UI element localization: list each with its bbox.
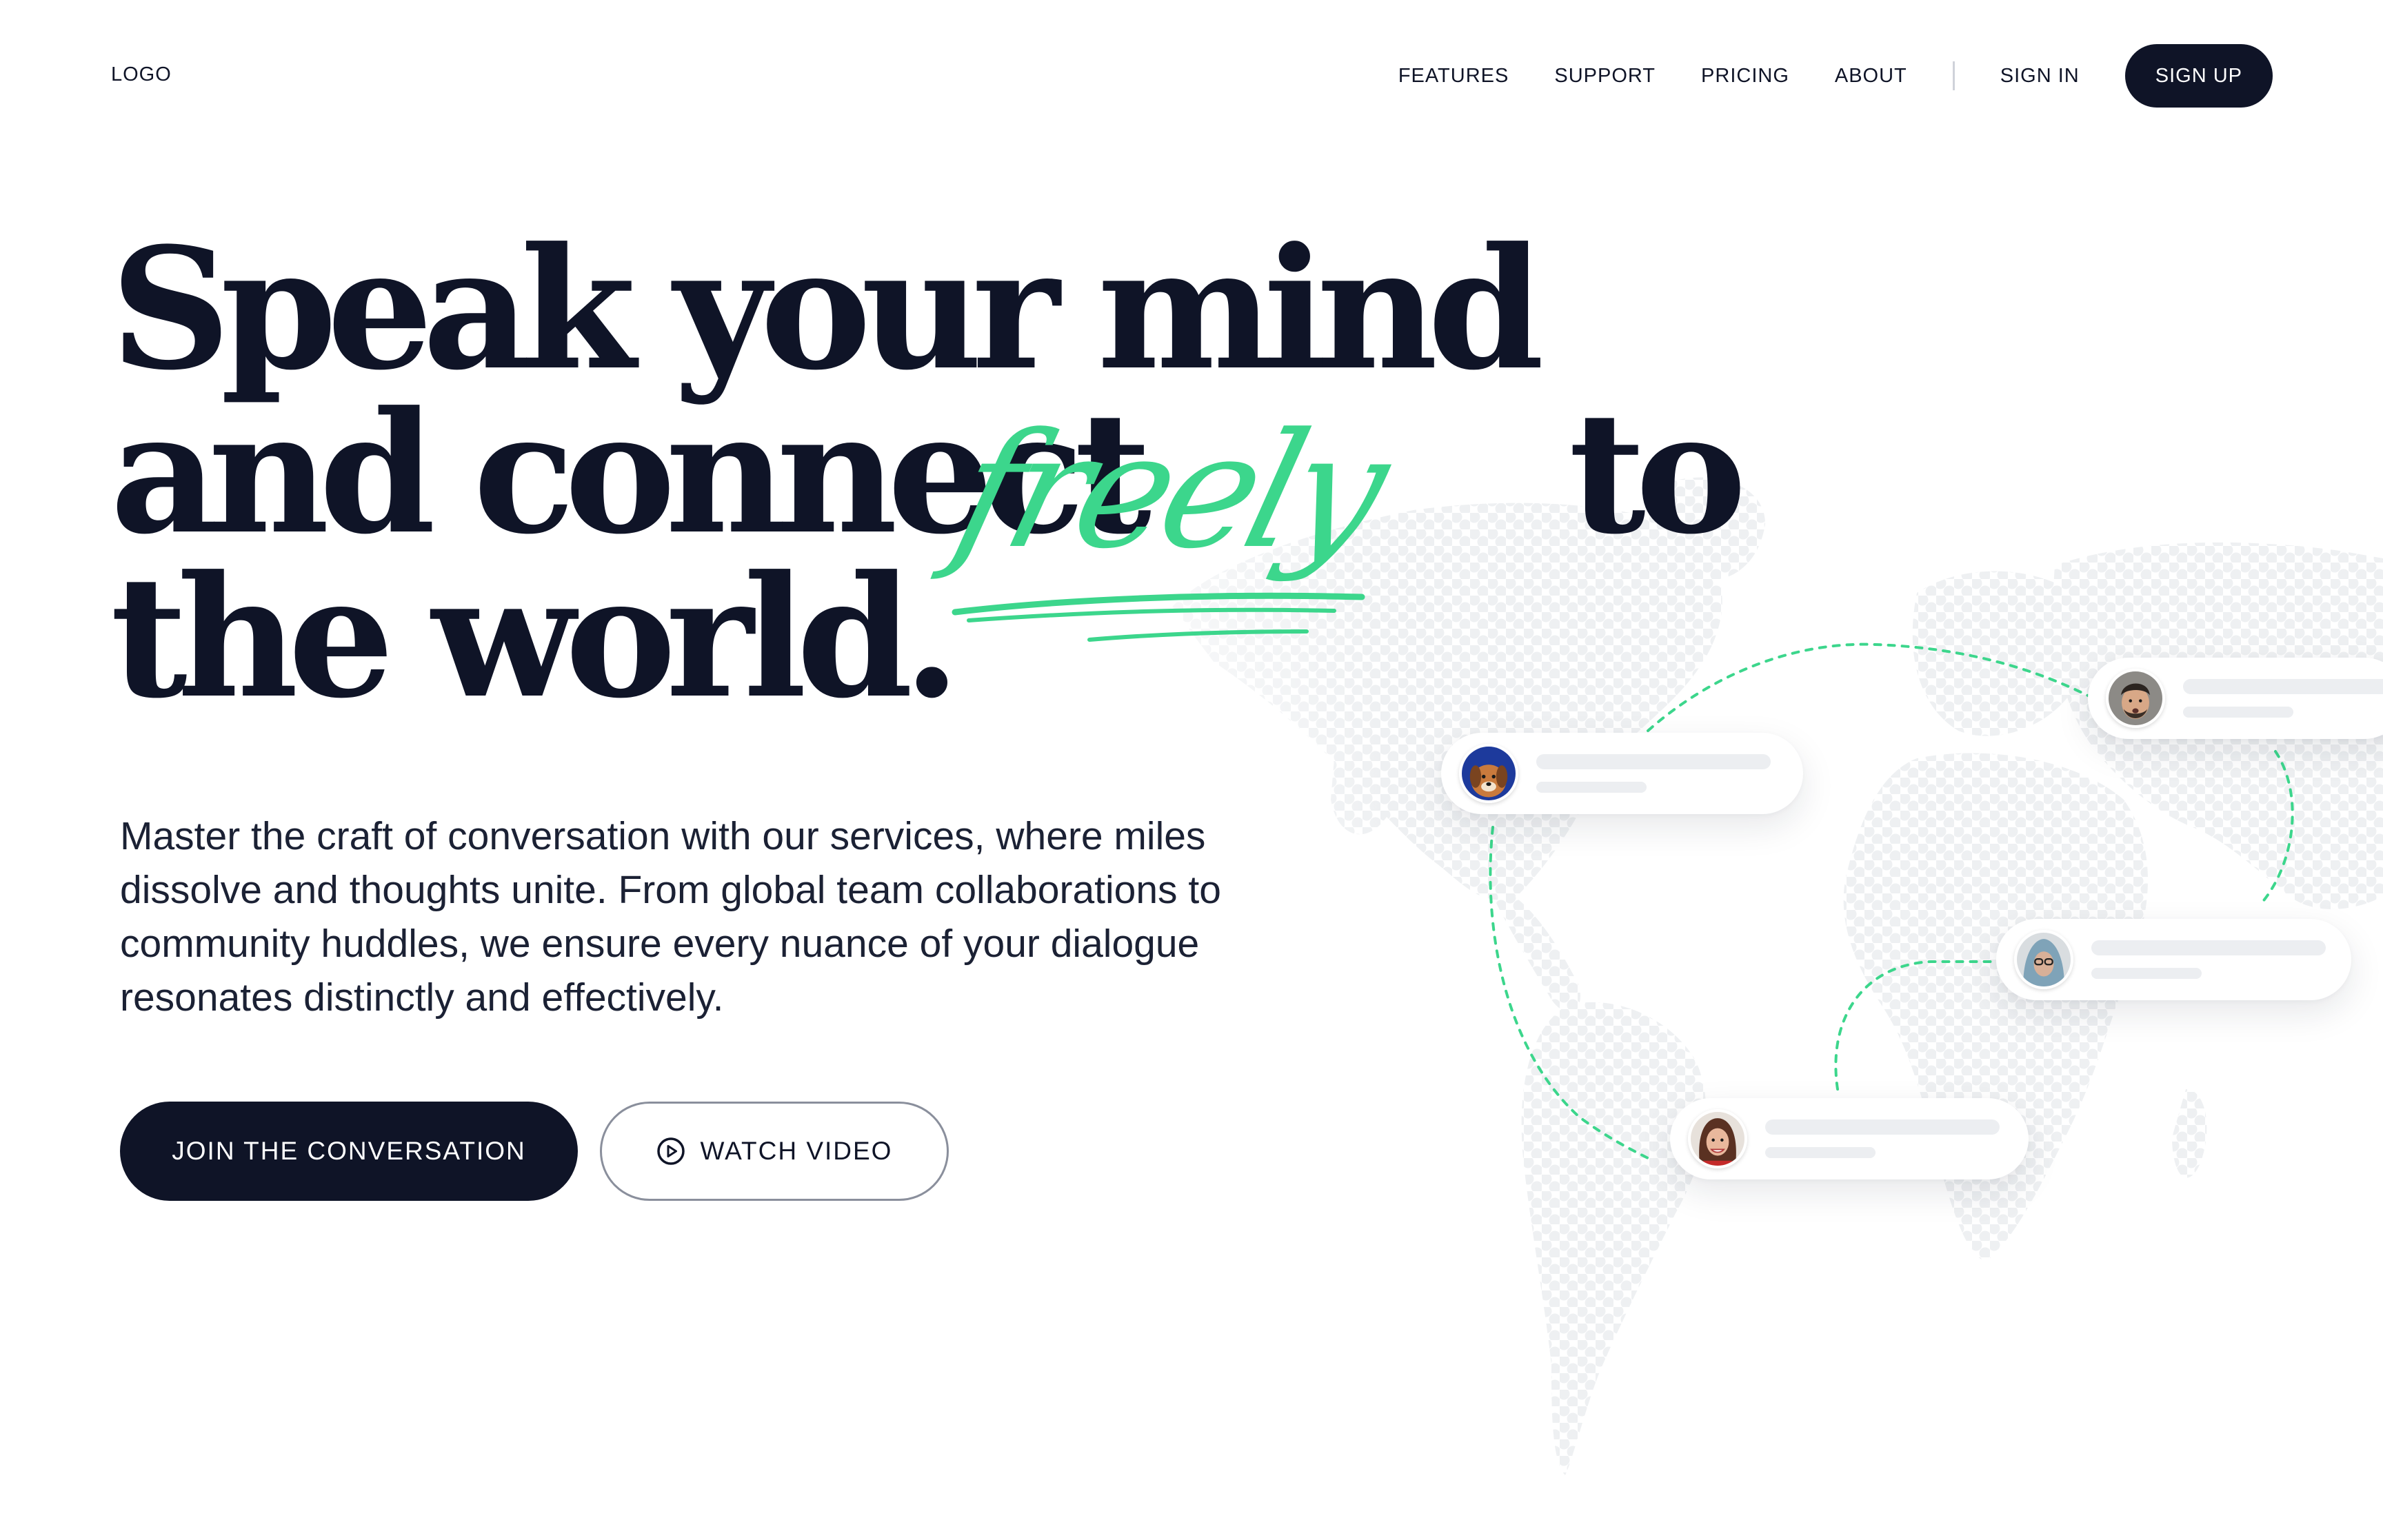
nav-support[interactable]: SUPPORT <box>1554 65 1656 88</box>
headline-accent-word: freely <box>938 400 1398 584</box>
chat-bubble-dog <box>1441 733 1803 814</box>
chat-bubble-man <box>2088 658 2383 739</box>
nav-divider <box>1952 61 1955 90</box>
sign-up-button[interactable]: SIGN UP <box>2124 44 2273 108</box>
join-conversation-button[interactable]: JOIN THE CONVERSATION <box>120 1102 578 1201</box>
play-circle-icon <box>656 1137 685 1166</box>
hero-lead-text: Master the craft of conversation with ou… <box>120 814 1221 1020</box>
avatar-woman <box>1688 1109 1747 1168</box>
nav-about[interactable]: ABOUT <box>1835 65 1907 88</box>
headline-line-2: and connect to <box>110 390 1747 557</box>
avatar-hooded <box>2014 930 2073 989</box>
avatar-dog <box>1459 744 1518 803</box>
logo[interactable]: LOGO <box>111 63 172 86</box>
chat-bubble-woman <box>1670 1098 2029 1179</box>
hero-headline: Speak your mind and connect to the world. <box>110 212 1747 736</box>
avatar-man <box>2106 669 2165 728</box>
watch-video-label: WATCH VIDEO <box>700 1137 893 1165</box>
main-nav: FEATURES SUPPORT PRICING ABOUT SIGN IN S… <box>1398 44 2273 108</box>
headline-line-1: Speak your mind <box>110 212 1545 407</box>
chat-bubble-hooded <box>1996 919 2351 1000</box>
headline-line-2-end: to <box>1568 376 1747 571</box>
headline-accent: freely <box>939 393 1398 662</box>
nav-features[interactable]: FEATURES <box>1398 65 1509 88</box>
landing-page: LOGO FEATURES SUPPORT PRICING ABOUT SIGN… <box>0 0 2383 1540</box>
nav-pricing[interactable]: PRICING <box>1701 65 1789 88</box>
headline-line-3: the world. <box>110 540 961 736</box>
sign-in-link[interactable]: SIGN IN <box>2000 65 2080 88</box>
watch-video-button[interactable]: WATCH VIDEO <box>600 1102 949 1201</box>
